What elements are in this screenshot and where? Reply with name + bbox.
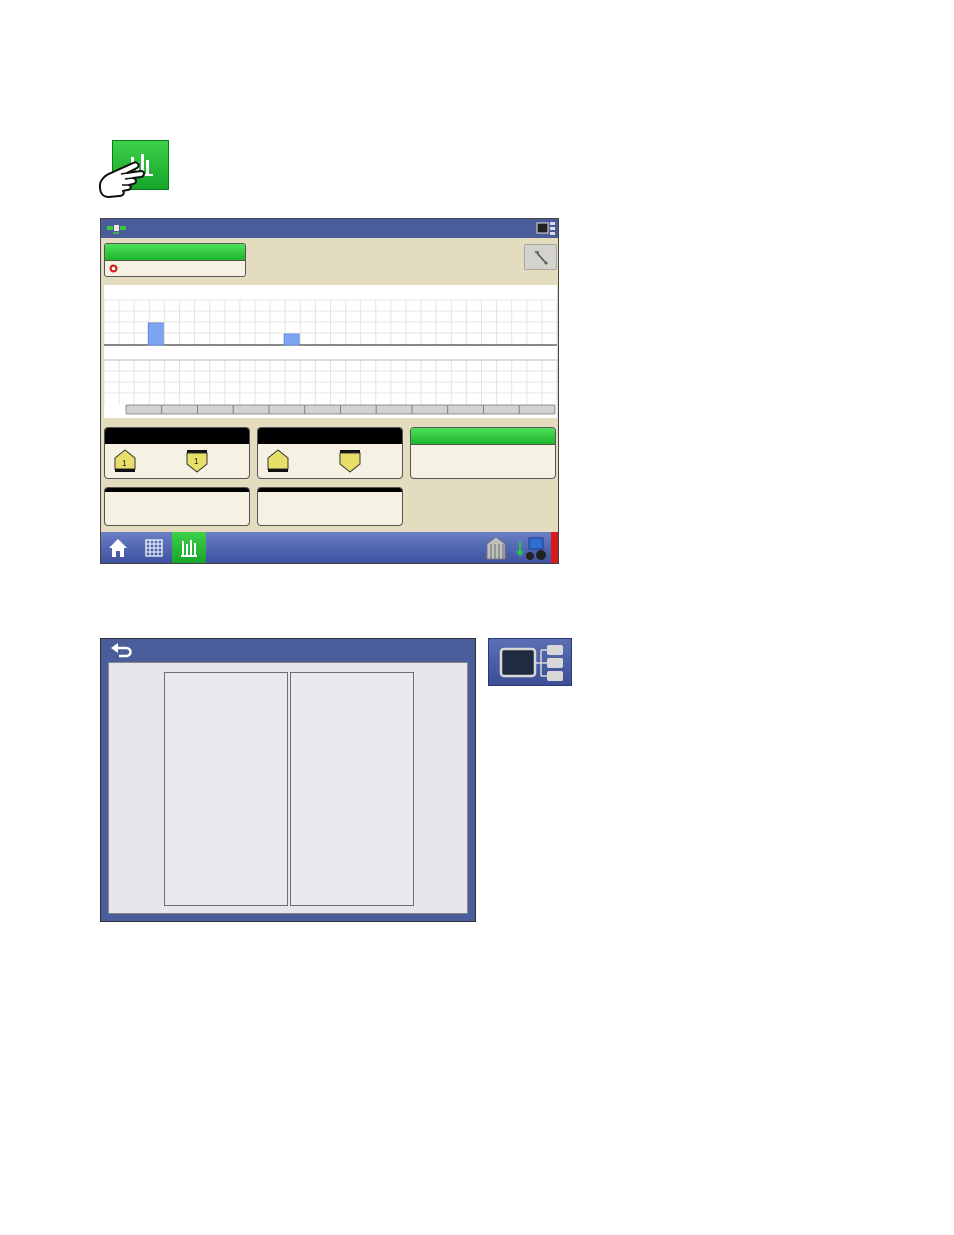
section-tab bbox=[197, 404, 234, 415]
grid-map-icon bbox=[145, 539, 163, 557]
alarm-strip[interactable] bbox=[551, 532, 558, 563]
display-mode-button[interactable] bbox=[488, 638, 572, 686]
indicator-header bbox=[258, 428, 402, 444]
home-icon bbox=[109, 539, 127, 557]
indicator-box-1[interactable]: 1 1 bbox=[104, 427, 250, 479]
indicator-icons: 1 1 bbox=[114, 449, 208, 473]
section-tab bbox=[375, 404, 413, 415]
diagnostic-chart bbox=[104, 285, 557, 418]
taskbar bbox=[101, 532, 558, 563]
indicator-header bbox=[411, 428, 555, 445]
display-layout-screen bbox=[100, 638, 476, 922]
section-tab bbox=[411, 404, 449, 415]
tractor-icon bbox=[516, 537, 546, 560]
chart-bar bbox=[147, 322, 164, 346]
satellite-icon[interactable] bbox=[105, 220, 129, 236]
section-tab bbox=[232, 404, 270, 415]
run-screen: 1 1 bbox=[100, 218, 559, 564]
tool-settings-button[interactable] bbox=[524, 244, 557, 270]
bar-chart-icon bbox=[181, 540, 197, 557]
indicator-header bbox=[105, 488, 249, 492]
indicator-box-3[interactable] bbox=[104, 487, 250, 526]
status-box[interactable] bbox=[104, 243, 246, 277]
chart-bar bbox=[283, 333, 300, 346]
status-header bbox=[105, 244, 245, 261]
pentagon-down-icon bbox=[339, 450, 361, 473]
section-tab bbox=[304, 404, 341, 415]
hopper-icon bbox=[486, 536, 506, 560]
indicator-icons bbox=[267, 449, 361, 473]
indicator-box-4[interactable] bbox=[257, 487, 403, 526]
section-tab bbox=[125, 404, 163, 415]
wrench-icon bbox=[535, 251, 548, 265]
indicator-header bbox=[105, 428, 249, 444]
stop-icon bbox=[109, 264, 118, 273]
indicator-header bbox=[258, 488, 402, 492]
layout-panel-right[interactable] bbox=[290, 672, 414, 906]
section-tab bbox=[483, 404, 520, 415]
display-layout-icon bbox=[499, 645, 563, 681]
back-arrow-icon[interactable] bbox=[110, 643, 134, 658]
diagnostics-tab[interactable] bbox=[172, 532, 206, 563]
title-bar bbox=[101, 219, 558, 238]
section-tab bbox=[447, 404, 484, 415]
section-tab bbox=[268, 404, 306, 415]
map-button[interactable] bbox=[137, 532, 171, 563]
layout-panel-left[interactable] bbox=[164, 672, 288, 906]
badge-right: 1 bbox=[194, 457, 199, 466]
display-layout-icon[interactable] bbox=[536, 221, 556, 236]
section-tab bbox=[518, 404, 556, 415]
hand-pointer-icon bbox=[98, 161, 145, 198]
section-tab bbox=[340, 404, 377, 415]
vehicle-button[interactable] bbox=[514, 532, 548, 563]
badge-left: 1 bbox=[122, 459, 127, 468]
section-tab bbox=[161, 404, 198, 415]
title-bar bbox=[101, 639, 475, 661]
layout-body bbox=[108, 662, 468, 914]
status-indicator-box[interactable] bbox=[410, 427, 556, 479]
indicator-box-2[interactable] bbox=[257, 427, 403, 479]
field-operations-button[interactable] bbox=[479, 532, 513, 563]
pentagon-up-icon bbox=[267, 449, 289, 472]
home-button[interactable] bbox=[101, 532, 135, 563]
